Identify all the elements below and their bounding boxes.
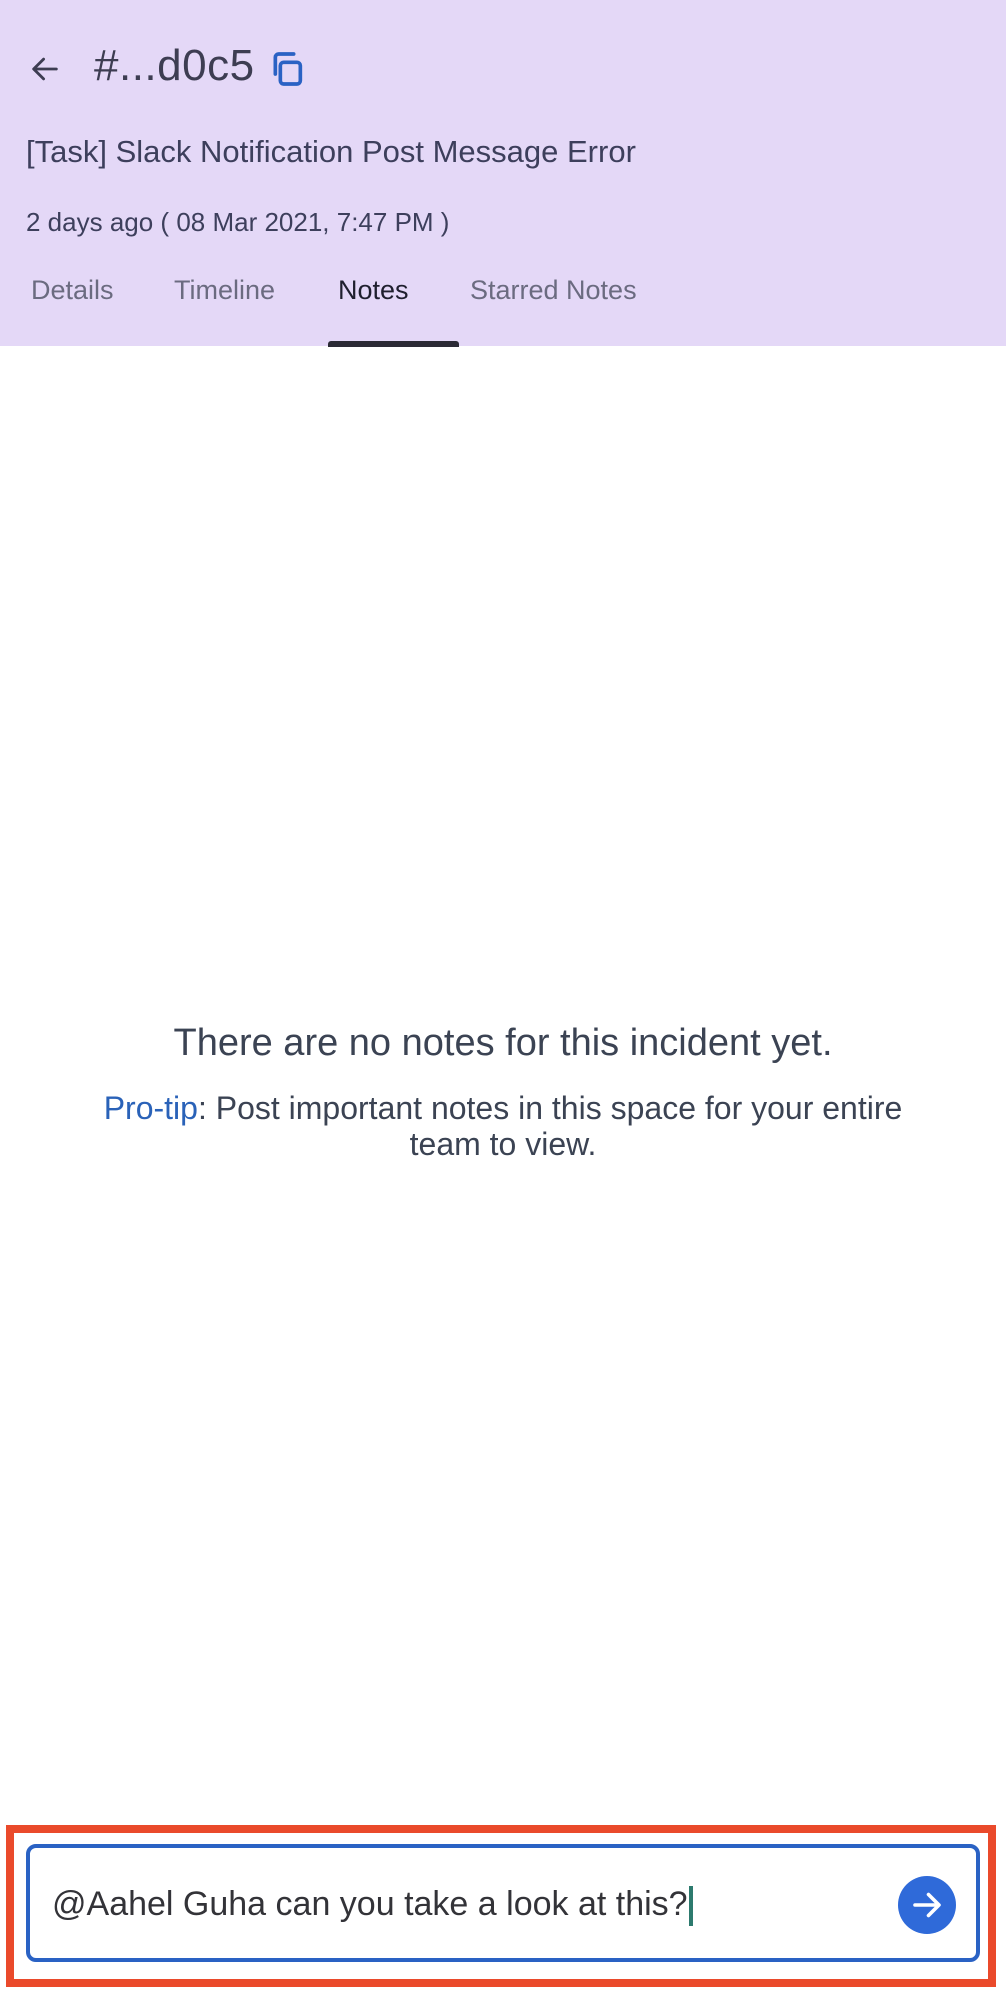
note-composer: @Aahel Guha can you take a look at this?: [26, 1844, 980, 1962]
text-cursor: [688, 1886, 693, 1927]
active-tab-indicator: [328, 341, 459, 347]
tab-starred-notes[interactable]: Starred Notes: [470, 272, 637, 308]
note-input-text: @Aahel Guha can you take a look at this?: [52, 1885, 688, 1923]
pro-tip-label: Pro-tip: [103, 1090, 198, 1126]
copy-id-button[interactable]: [264, 46, 310, 92]
note-input[interactable]: @Aahel Guha can you take a look at this?: [52, 1874, 872, 1934]
arrow-right-icon: [913, 1892, 941, 1918]
incident-title: [Task] Slack Notification Post Message E…: [26, 134, 636, 169]
incident-timestamp: 2 days ago ( 08 Mar 2021, 7:47 PM ): [26, 207, 450, 237]
tab-notes[interactable]: Notes: [338, 272, 409, 308]
tab-bar: Details Timeline Notes Starred Notes: [0, 262, 1006, 347]
copy-icon: [273, 52, 303, 86]
pro-tip-text: : Post important notes in this space for…: [197, 1090, 903, 1162]
incident-notes-screen: #...d0c5 [Task] Slack Notification Post …: [0, 0, 1006, 1999]
arrow-left-icon: [32, 57, 58, 81]
send-button[interactable]: [898, 1876, 956, 1934]
empty-state-title: There are no notes for this incident yet…: [173, 1022, 833, 1064]
tab-details[interactable]: Details: [31, 272, 114, 308]
empty-state-tip: Pro-tip: Post important notes in this sp…: [80, 1090, 926, 1162]
tab-timeline[interactable]: Timeline: [174, 272, 275, 308]
incident-header: #...d0c5 [Task] Slack Notification Post …: [0, 0, 1006, 347]
back-button[interactable]: [20, 44, 70, 94]
incident-id: #...d0c5: [94, 41, 255, 90]
